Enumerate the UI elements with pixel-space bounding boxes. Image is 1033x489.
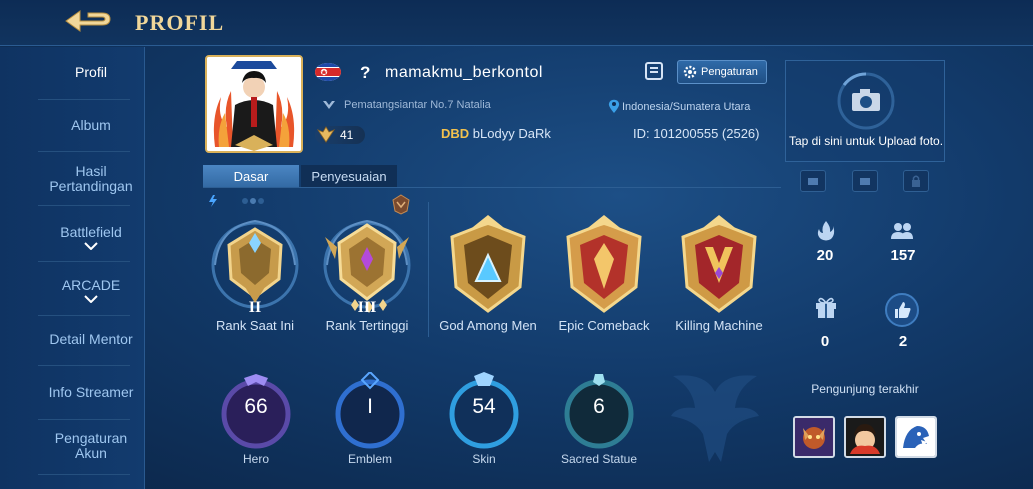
username: mamakmu_berkontol <box>385 64 543 81</box>
sidebar-item-battlefield[interactable]: Battlefield <box>38 225 144 250</box>
visitor-avatar-2[interactable] <box>844 416 886 458</box>
visitor-avatar-1[interactable] <box>793 416 835 458</box>
country-location-label: Indonesia/Sumatera Utara <box>622 100 751 113</box>
sidebar-divider <box>38 99 130 100</box>
note-icon[interactable] <box>643 61 665 81</box>
people-icon <box>891 223 913 239</box>
settings-button[interactable]: Pengaturan <box>677 60 767 84</box>
level-badge: 41 <box>315 126 365 144</box>
gear-icon <box>683 65 697 79</box>
camera-icon <box>837 72 895 130</box>
level-wings-icon <box>316 126 336 143</box>
chevron-down-icon <box>84 295 98 303</box>
rank-highest-label: Rank Tertinggi <box>325 318 409 333</box>
rank-region-icon <box>323 101 335 109</box>
sidebar-item-label: Battlefield <box>60 224 122 240</box>
photo-slot-locked <box>903 170 929 192</box>
level-value: 41 <box>340 128 354 142</box>
sidebar-item-pengaturan-akun[interactable]: Pengaturan Akun <box>38 431 144 461</box>
profile-main: ? mamakmu_berkontol Pengaturan Pematangs… <box>145 47 781 489</box>
skin-stat-label: Skin <box>472 452 496 466</box>
upload-photo-box[interactable]: Tap di sini untuk Upload foto. <box>785 60 945 162</box>
sidebar-divider <box>38 261 130 262</box>
rank-current-tier: II <box>248 299 262 316</box>
lock-icon <box>912 175 920 187</box>
tab-dasar[interactable]: Dasar <box>203 165 299 187</box>
sidebar-item-profil[interactable]: Profil <box>38 65 144 80</box>
top-bar: PROFIL <box>0 0 1033 46</box>
rank-current-label: Rank Saat Ini <box>215 318 295 333</box>
page-title: PROFIL <box>135 10 225 35</box>
epic-comeback-medal[interactable] <box>544 207 664 327</box>
squad-tag: DBD <box>441 126 470 141</box>
country-location[interactable]: Indonesia/Sumatera Utara <box>608 99 750 114</box>
people-stat-value: 157 <box>890 247 916 264</box>
emblem-stat-label: Emblem <box>347 452 392 466</box>
flame-icon <box>817 221 835 241</box>
sidebar-item-detail-mentor[interactable]: Detail Mentor <box>38 332 144 347</box>
photo-slot-2[interactable] <box>852 170 878 192</box>
photo-slot-1[interactable] <box>800 170 826 192</box>
squad-info[interactable]: DBD bLodyy DaRk <box>441 126 551 141</box>
sidebar-item-label: ARCADE <box>61 277 121 293</box>
sidebar-divider <box>38 474 130 475</box>
gift-icon[interactable] <box>813 294 839 320</box>
visitor-avatar-image <box>846 418 884 456</box>
upload-photo-text: Tap di sini untuk Upload foto. <box>788 134 944 148</box>
recent-visitors-label: Pengunjung terakhir <box>811 382 919 396</box>
flame-stat-value: 20 <box>816 247 834 264</box>
sidebar-divider <box>38 151 130 152</box>
avatar-image <box>207 57 301 151</box>
sacred-statue-stat-value: 6 <box>593 395 605 418</box>
visitor-avatar-3[interactable] <box>895 416 937 458</box>
gift-stat-value: 0 <box>820 333 830 350</box>
sidebar-divider <box>38 365 130 366</box>
killing-machine-medal[interactable] <box>659 207 779 327</box>
settings-label: Pengaturan <box>701 66 758 78</box>
region-location-label: Pematangsiantar No.7 Natalia <box>344 99 491 111</box>
sidebar: Profil Album Hasil Pertandingan Battlefi… <box>0 47 145 489</box>
sidebar-item-info-streamer[interactable]: Info Streamer <box>38 385 144 400</box>
sidebar-item-arcade[interactable]: ARCADE <box>38 278 144 303</box>
sidebar-divider <box>38 419 130 420</box>
right-panel: Tap di sini untuk Upload foto. 20 157 0 … <box>785 60 945 480</box>
camera-icon <box>808 178 818 185</box>
visitor-avatar-image <box>795 418 833 456</box>
chevron-down-icon <box>84 242 98 250</box>
avatar[interactable] <box>205 55 303 153</box>
sacred-statue-stat-label: Sacred Statue <box>560 452 638 466</box>
location-pin-icon <box>608 99 620 113</box>
rank-indicator-icon <box>209 195 264 207</box>
rank-highest-tier: III <box>357 299 377 316</box>
emblem-stat-value: I <box>367 395 373 418</box>
tab-penyesuaian[interactable]: Penyesuaian <box>301 165 397 187</box>
sidebar-divider <box>38 315 130 316</box>
korea-flag-icon <box>315 63 341 81</box>
hero-stat-value: 66 <box>244 395 268 418</box>
god-among-men-label: God Among Men <box>439 318 537 333</box>
squad-name: bLodyy DaRk <box>472 126 551 141</box>
sidebar-item-hasil-pertandingan[interactable]: Hasil Pertandingan <box>38 164 144 194</box>
like-stat-value: 2 <box>898 333 908 350</box>
question-mark-badge[interactable]: ? <box>360 63 370 83</box>
skin-stat-value: 54 <box>472 395 496 418</box>
tab-underline <box>203 187 781 188</box>
visitor-avatar-image <box>897 418 935 456</box>
back-arrow-icon[interactable] <box>58 7 118 39</box>
eagle-emblem-icon <box>671 375 759 462</box>
player-id: ID: 101200555 (2526) <box>633 126 760 141</box>
god-among-men-medal[interactable] <box>428 207 548 327</box>
camera-icon <box>860 178 870 185</box>
epic-comeback-label: Epic Comeback <box>558 318 650 333</box>
killing-machine-label: Killing Machine <box>675 318 763 333</box>
sidebar-item-album[interactable]: Album <box>38 118 144 133</box>
region-location: Pematangsiantar No.7 Natalia <box>322 99 491 111</box>
like-icon[interactable] <box>884 292 920 328</box>
hero-stat-label: Hero <box>242 452 269 466</box>
sidebar-divider <box>38 205 130 206</box>
